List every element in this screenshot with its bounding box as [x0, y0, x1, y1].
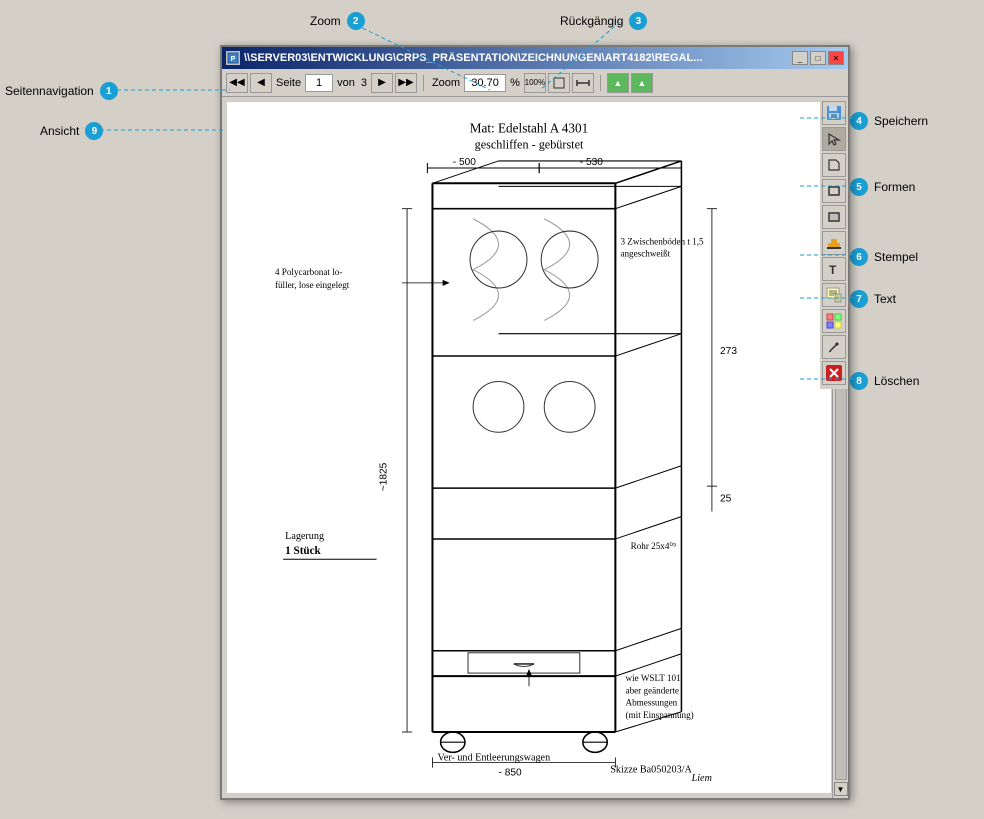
zoom-percent-label: % [510, 77, 520, 89]
drawing-svg: Mat: Edelstahl A 4301 geschliffen - gebü… [227, 102, 831, 793]
next-page-button[interactable]: ▶ [371, 73, 393, 93]
text-text: Text [874, 292, 896, 306]
page-total-label: 3 [361, 77, 367, 89]
speichern-badge: 4 [850, 112, 868, 130]
seitennavigation-text: Seitennavigation [5, 84, 94, 98]
highlight-tool-button[interactable] [822, 309, 846, 333]
svg-text:Lagerung: Lagerung [285, 531, 324, 542]
app-window: P \\SERVER03\ENTWICKLUNG\CRPS_PRÄSENTATI… [220, 45, 850, 800]
svg-text:~1825: ~1825 [379, 462, 390, 491]
speichern-text: Speichern [874, 114, 928, 128]
ansicht-badge: 9 [85, 122, 103, 140]
svg-text:Rohr 25x4⁰⁵: Rohr 25x4⁰⁵ [631, 541, 677, 551]
loeschen-text: Löschen [874, 374, 919, 388]
svg-text:aber geänderte: aber geänderte [626, 685, 679, 695]
stamp-tool-button[interactable] [822, 231, 846, 255]
svg-text:- 850: - 850 [499, 768, 523, 779]
formen-text: Formen [874, 180, 915, 194]
navigation-group: ◀◀ ◀ Seite von 3 ▶ ▶▶ [226, 73, 417, 93]
svg-text:wie WSLT 101: wie WSLT 101 [626, 673, 682, 683]
svg-text:Skizze Ba050203/A: Skizze Ba050203/A [610, 765, 692, 776]
zoom-toolbar-label: Zoom [432, 77, 460, 89]
cursor-tool-button[interactable] [822, 127, 846, 151]
green-up-button-1[interactable]: ▲ [607, 73, 629, 93]
text-label: 7 Text [850, 290, 896, 308]
zoom-group: Zoom % 100% [430, 73, 594, 93]
svg-text:Liem: Liem [691, 773, 712, 784]
formen-badge: 5 [850, 178, 868, 196]
window-controls: _ □ ✕ [792, 51, 844, 65]
stempel-badge: 6 [850, 248, 868, 266]
toolbar: ◀◀ ◀ Seite von 3 ▶ ▶▶ Zoom % 100% ▲ [222, 69, 848, 97]
rueckgangig-label: Rückgängig 3 [560, 12, 647, 30]
stempel-label: 6 Stempel [850, 248, 918, 266]
zoom-label: Zoom 2 [310, 12, 365, 30]
svg-text:T: T [829, 263, 837, 276]
seitennavigation-badge: 1 [100, 82, 118, 100]
formen-label: 5 Formen [850, 178, 915, 196]
page-number-input[interactable] [305, 74, 333, 92]
zoom-text: Zoom [310, 14, 341, 28]
note-tool-button[interactable] [822, 283, 846, 307]
page-of-label: von [337, 77, 355, 89]
svg-text:Ver- und Entleerungswagen: Ver- und Entleerungswagen [438, 752, 551, 763]
save-button[interactable] [822, 101, 846, 125]
svg-text:(mit Einspannung): (mit Einspannung) [626, 710, 694, 720]
svg-text:P: P [231, 56, 236, 63]
rueckgangig-text: Rückgängig [560, 14, 623, 28]
drawing-canvas: Mat: Edelstahl A 4301 geschliffen - gebü… [226, 101, 832, 794]
page-label: Seite [276, 77, 301, 89]
seitennavigation-label: Seitennavigation 1 [5, 82, 118, 100]
rueckgangig-badge: 3 [629, 12, 647, 30]
app-icon: P [226, 51, 240, 65]
selection-tool-button[interactable] [822, 153, 846, 177]
svg-text:angeschweißt: angeschweißt [620, 248, 670, 258]
svg-text:- 530: - 530 [580, 157, 604, 168]
close-button[interactable]: ✕ [828, 51, 844, 65]
filled-rectangle-button[interactable] [822, 205, 846, 229]
stempel-text: Stempel [874, 250, 918, 264]
text-tool-button[interactable]: T [822, 257, 846, 281]
svg-text:- 500: - 500 [453, 157, 477, 168]
svg-text:273: 273 [720, 346, 737, 357]
draw-tool-button[interactable] [822, 335, 846, 359]
separator-2 [600, 75, 601, 91]
extra-group: ▲ ▲ [607, 73, 653, 93]
content-area: Mat: Edelstahl A 4301 geschliffen - gebü… [222, 97, 848, 798]
text-badge: 7 [850, 290, 868, 308]
zoom-input[interactable] [464, 74, 506, 92]
green-up-button-2[interactable]: ▲ [631, 73, 653, 93]
svg-text:geschliffen - gebürstet: geschliffen - gebürstet [475, 138, 584, 152]
loeschen-badge: 8 [850, 372, 868, 390]
scroll-down-button[interactable]: ▼ [834, 782, 848, 796]
fit-width-button[interactable] [572, 73, 594, 93]
window-title: \\SERVER03\ENTWICKLUNG\CRPS_PRÄSENTATION… [244, 52, 788, 64]
delete-button[interactable] [822, 361, 846, 385]
maximize-button[interactable]: □ [810, 51, 826, 65]
rectangle-tool-button[interactable] [822, 179, 846, 203]
ansicht-text: Ansicht [40, 124, 79, 138]
zoom-badge: 2 [347, 12, 365, 30]
prev-page-button[interactable]: ◀ [250, 73, 272, 93]
svg-text:4 Polycarbonat lo-: 4 Polycarbonat lo- [275, 267, 342, 277]
last-page-button[interactable]: ▶▶ [395, 73, 417, 93]
zoom-100-button[interactable]: 100% [524, 73, 546, 93]
minimize-button[interactable]: _ [792, 51, 808, 65]
fit-page-button[interactable] [548, 73, 570, 93]
svg-text:Mat: Edelstahl A 4301: Mat: Edelstahl A 4301 [470, 120, 588, 135]
loeschen-label: 8 Löschen [850, 372, 919, 390]
svg-text:Abmessungen: Abmessungen [626, 698, 678, 708]
ansicht-label: Ansicht 9 [40, 122, 103, 140]
separator-1 [423, 75, 424, 91]
svg-text:3 Zwischenbóden t 1,5: 3 Zwischenbóden t 1,5 [620, 236, 704, 246]
svg-text:25: 25 [720, 493, 732, 504]
svg-text:füller, lose eingelegt: füller, lose eingelegt [275, 280, 350, 290]
title-bar: P \\SERVER03\ENTWICKLUNG\CRPS_PRÄSENTATI… [222, 47, 848, 69]
side-toolbar: T [820, 97, 848, 389]
first-page-button[interactable]: ◀◀ [226, 73, 248, 93]
svg-text:1 Stück: 1 Stück [285, 545, 321, 557]
speichern-label: 4 Speichern [850, 112, 928, 130]
